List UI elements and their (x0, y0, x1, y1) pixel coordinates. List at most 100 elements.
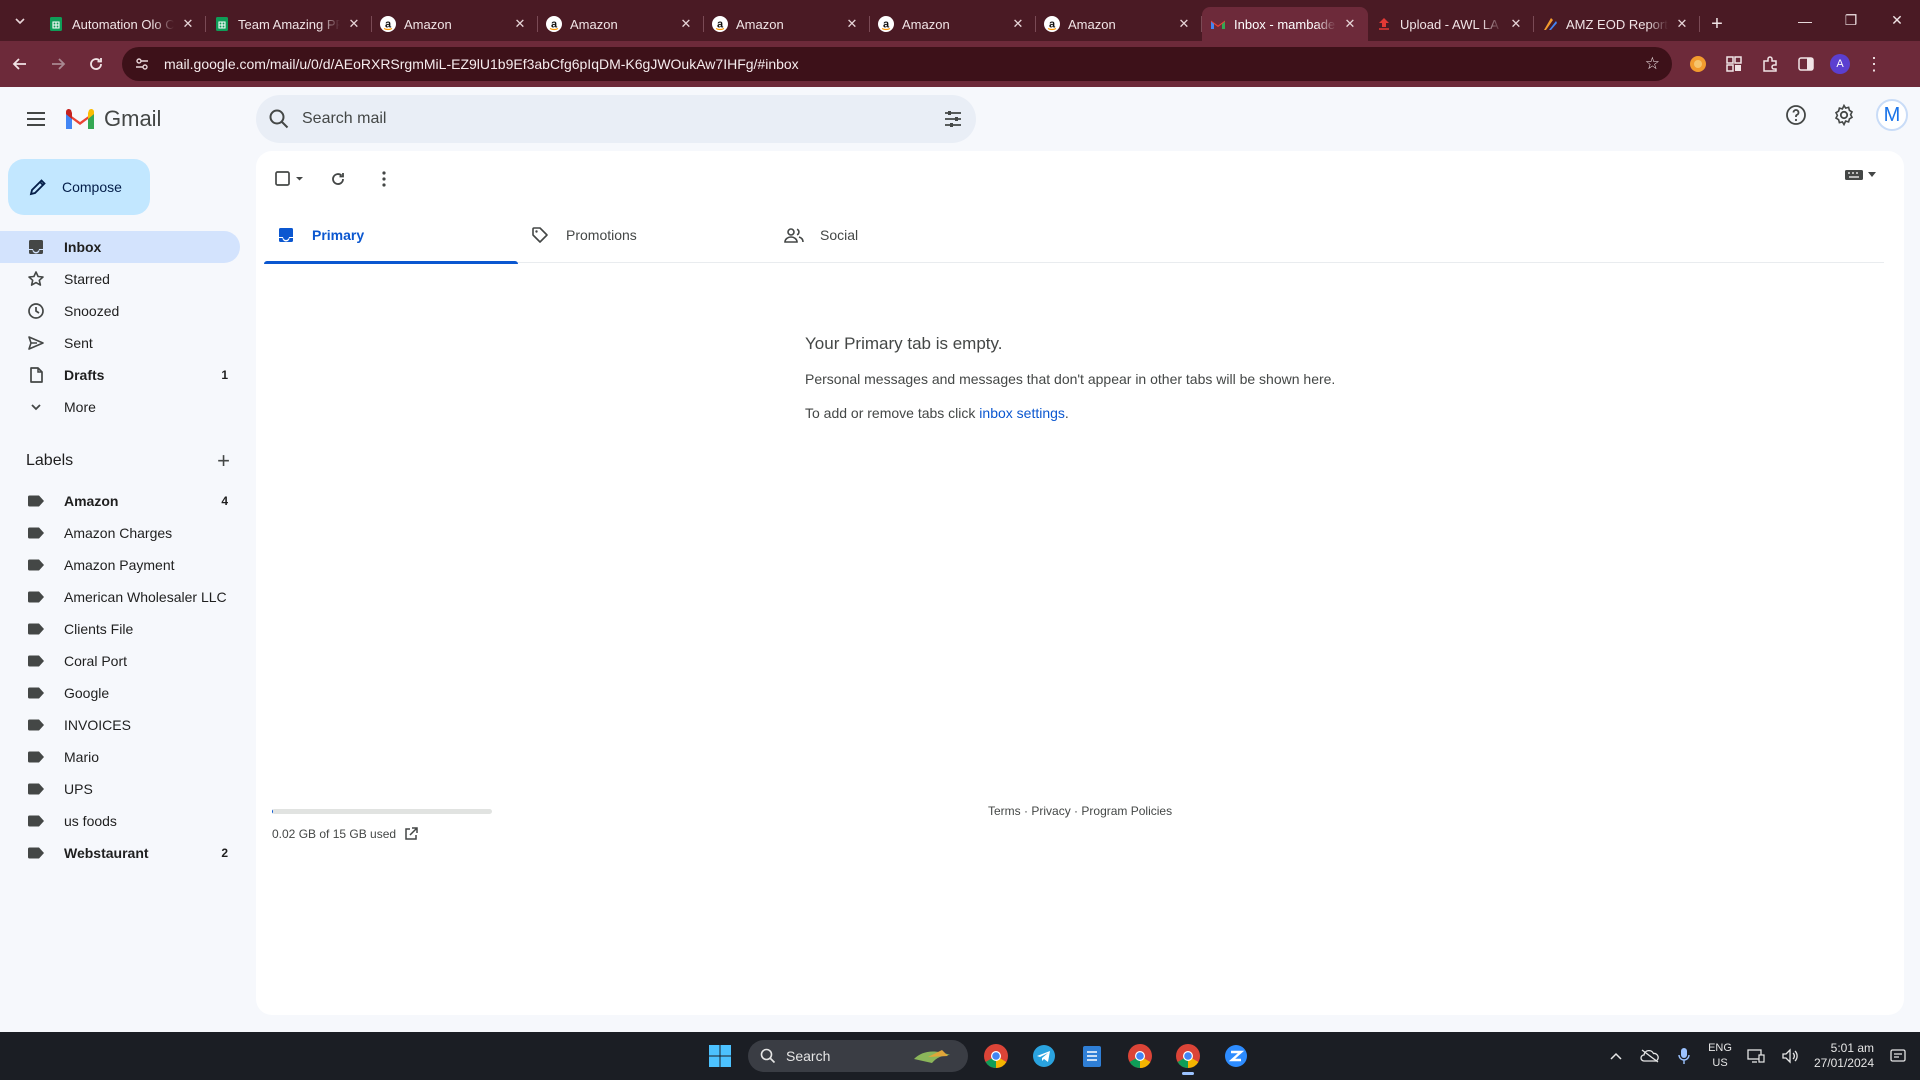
search-input[interactable] (302, 110, 942, 128)
language-indicator[interactable]: ENG US (1708, 1041, 1732, 1071)
label-item[interactable]: Google (0, 677, 240, 709)
close-tab-icon[interactable]: ✕ (1176, 16, 1192, 32)
notepad-app-icon[interactable] (1072, 1036, 1112, 1076)
browser-tab[interactable]: AMZ EOD Report ✕ (1534, 7, 1700, 41)
side-panel-icon[interactable] (1794, 52, 1818, 76)
gmail-logo[interactable]: Gmail (64, 106, 161, 132)
zoom-app-icon[interactable] (1216, 1036, 1256, 1076)
sidebar-item-sent[interactable]: Sent (0, 327, 240, 359)
close-tab-icon[interactable]: ✕ (180, 16, 196, 32)
chrome-active-app-icon[interactable] (1168, 1036, 1208, 1076)
volume-icon[interactable] (1780, 1048, 1800, 1064)
sidebar-item-more[interactable]: More (0, 391, 240, 423)
close-tab-icon[interactable]: ✕ (512, 16, 528, 32)
browser-tab[interactable]: Inbox - mambade ✕ (1202, 7, 1368, 41)
create-label-button[interactable]: + (217, 448, 230, 474)
tab-social[interactable]: Social (772, 207, 1026, 263)
telegram-app-icon[interactable] (1024, 1036, 1064, 1076)
profile-avatar[interactable]: A (1830, 54, 1850, 74)
sidebar-item-inbox[interactable]: Inbox (0, 231, 240, 263)
program-policies-link[interactable]: Program Policies (1081, 804, 1172, 818)
new-tab-button[interactable]: + (1700, 7, 1734, 41)
minimize-button[interactable]: — (1782, 0, 1828, 41)
gmail-header: Gmail M (0, 87, 1920, 151)
search-options-icon[interactable] (942, 108, 964, 130)
browser-tab[interactable]: Team Amazing PR ✕ (206, 7, 372, 41)
tab-promotions[interactable]: Promotions (518, 207, 772, 263)
label-item[interactable]: American Wholesaler LLC (0, 581, 240, 613)
close-tab-icon[interactable]: ✕ (678, 16, 694, 32)
chrome-profile-app-icon[interactable] (1120, 1036, 1160, 1076)
onedrive-offline-icon[interactable] (1640, 1049, 1660, 1063)
inbox-settings-link[interactable]: inbox settings (979, 405, 1065, 421)
browser-tab[interactable]: a Amazon ✕ (870, 7, 1036, 41)
label-item[interactable]: INVOICES (0, 709, 240, 741)
sidebar-item-drafts[interactable]: Drafts 1 (0, 359, 240, 391)
input-tools-toggle[interactable] (1844, 169, 1876, 181)
label-item[interactable]: Mario (0, 741, 240, 773)
close-tab-icon[interactable]: ✕ (346, 16, 362, 32)
reload-button[interactable] (78, 46, 114, 82)
select-all-checkbox[interactable] (268, 159, 312, 199)
site-info-icon[interactable] (134, 56, 152, 72)
compose-button[interactable]: Compose (8, 159, 150, 215)
microphone-icon[interactable] (1674, 1047, 1694, 1065)
tab-search-button[interactable] (0, 0, 40, 41)
search-icon[interactable] (268, 108, 290, 130)
amazon-icon: a (380, 16, 396, 32)
chrome-app-icon[interactable] (976, 1036, 1016, 1076)
browser-tab[interactable]: a Amazon ✕ (538, 7, 704, 41)
label-item[interactable]: Amazon 4 (0, 485, 240, 517)
privacy-link[interactable]: Privacy (1031, 804, 1070, 818)
notifications-icon[interactable] (1888, 1048, 1908, 1064)
back-button[interactable] (2, 46, 38, 82)
header-actions: M (1776, 95, 1908, 135)
google-account-avatar[interactable]: M (1876, 99, 1908, 131)
taskbar-clock[interactable]: 5:01 am 27/01/2024 (1814, 1041, 1874, 1071)
sheets-icon (48, 16, 64, 32)
label-item[interactable]: UPS (0, 773, 240, 805)
tab-primary[interactable]: Primary (264, 207, 518, 264)
label-item[interactable]: Amazon Payment (0, 549, 240, 581)
extension-orange-icon[interactable] (1686, 52, 1710, 76)
restore-button[interactable]: ❐ (1828, 0, 1874, 41)
main-menu-button[interactable] (12, 95, 60, 143)
open-storage-icon[interactable] (404, 827, 418, 841)
label-item[interactable]: Amazon Charges (0, 517, 240, 549)
extension-grid-icon[interactable] (1722, 52, 1746, 76)
refresh-button[interactable] (318, 159, 358, 199)
browser-menu-icon[interactable]: ⋮ (1862, 52, 1886, 76)
terms-link[interactable]: Terms (988, 804, 1021, 818)
bookmark-star-icon[interactable]: ☆ (1645, 54, 1660, 74)
more-options-button[interactable] (364, 159, 404, 199)
close-tab-icon[interactable]: ✕ (1674, 16, 1690, 32)
browser-tab[interactable]: a Amazon ✕ (372, 7, 538, 41)
label-item[interactable]: Coral Port (0, 645, 240, 677)
close-tab-icon[interactable]: ✕ (844, 16, 860, 32)
extensions-puzzle-icon[interactable] (1758, 52, 1782, 76)
sidebar-item-starred[interactable]: Starred (0, 263, 240, 295)
label-item[interactable]: Webstaurant 2 (0, 837, 240, 869)
support-help-icon[interactable] (1776, 95, 1816, 135)
forward-button[interactable] (40, 46, 76, 82)
sidebar-item-snoozed[interactable]: Snoozed (0, 295, 240, 327)
search-bar[interactable] (256, 95, 976, 143)
close-window-button[interactable]: ✕ (1874, 0, 1920, 41)
browser-tab[interactable]: Automation Olo C ✕ (40, 7, 206, 41)
main-panel: Primary Promotions Social Your Primary tab… (256, 151, 1904, 1015)
network-icon[interactable] (1746, 1048, 1766, 1064)
settings-gear-icon[interactable] (1824, 95, 1864, 135)
address-bar[interactable]: mail.google.com/mail/u/0/d/AEoRXRSrgmMiL… (122, 47, 1672, 81)
sidebar-item-label: Drafts (64, 367, 105, 383)
label-item[interactable]: us foods (0, 805, 240, 837)
tray-overflow-chevron-icon[interactable] (1606, 1052, 1626, 1060)
label-item[interactable]: Clients File (0, 613, 240, 645)
browser-tab[interactable]: Upload - AWL LA ✕ (1368, 7, 1534, 41)
close-tab-icon[interactable]: ✕ (1508, 16, 1524, 32)
close-tab-icon[interactable]: ✕ (1342, 16, 1358, 32)
browser-tab[interactable]: a Amazon ✕ (1036, 7, 1202, 41)
taskbar-search[interactable]: Search (748, 1040, 968, 1072)
close-tab-icon[interactable]: ✕ (1010, 16, 1026, 32)
windows-start-icon[interactable] (700, 1036, 740, 1076)
browser-tab[interactable]: a Amazon ✕ (704, 7, 870, 41)
